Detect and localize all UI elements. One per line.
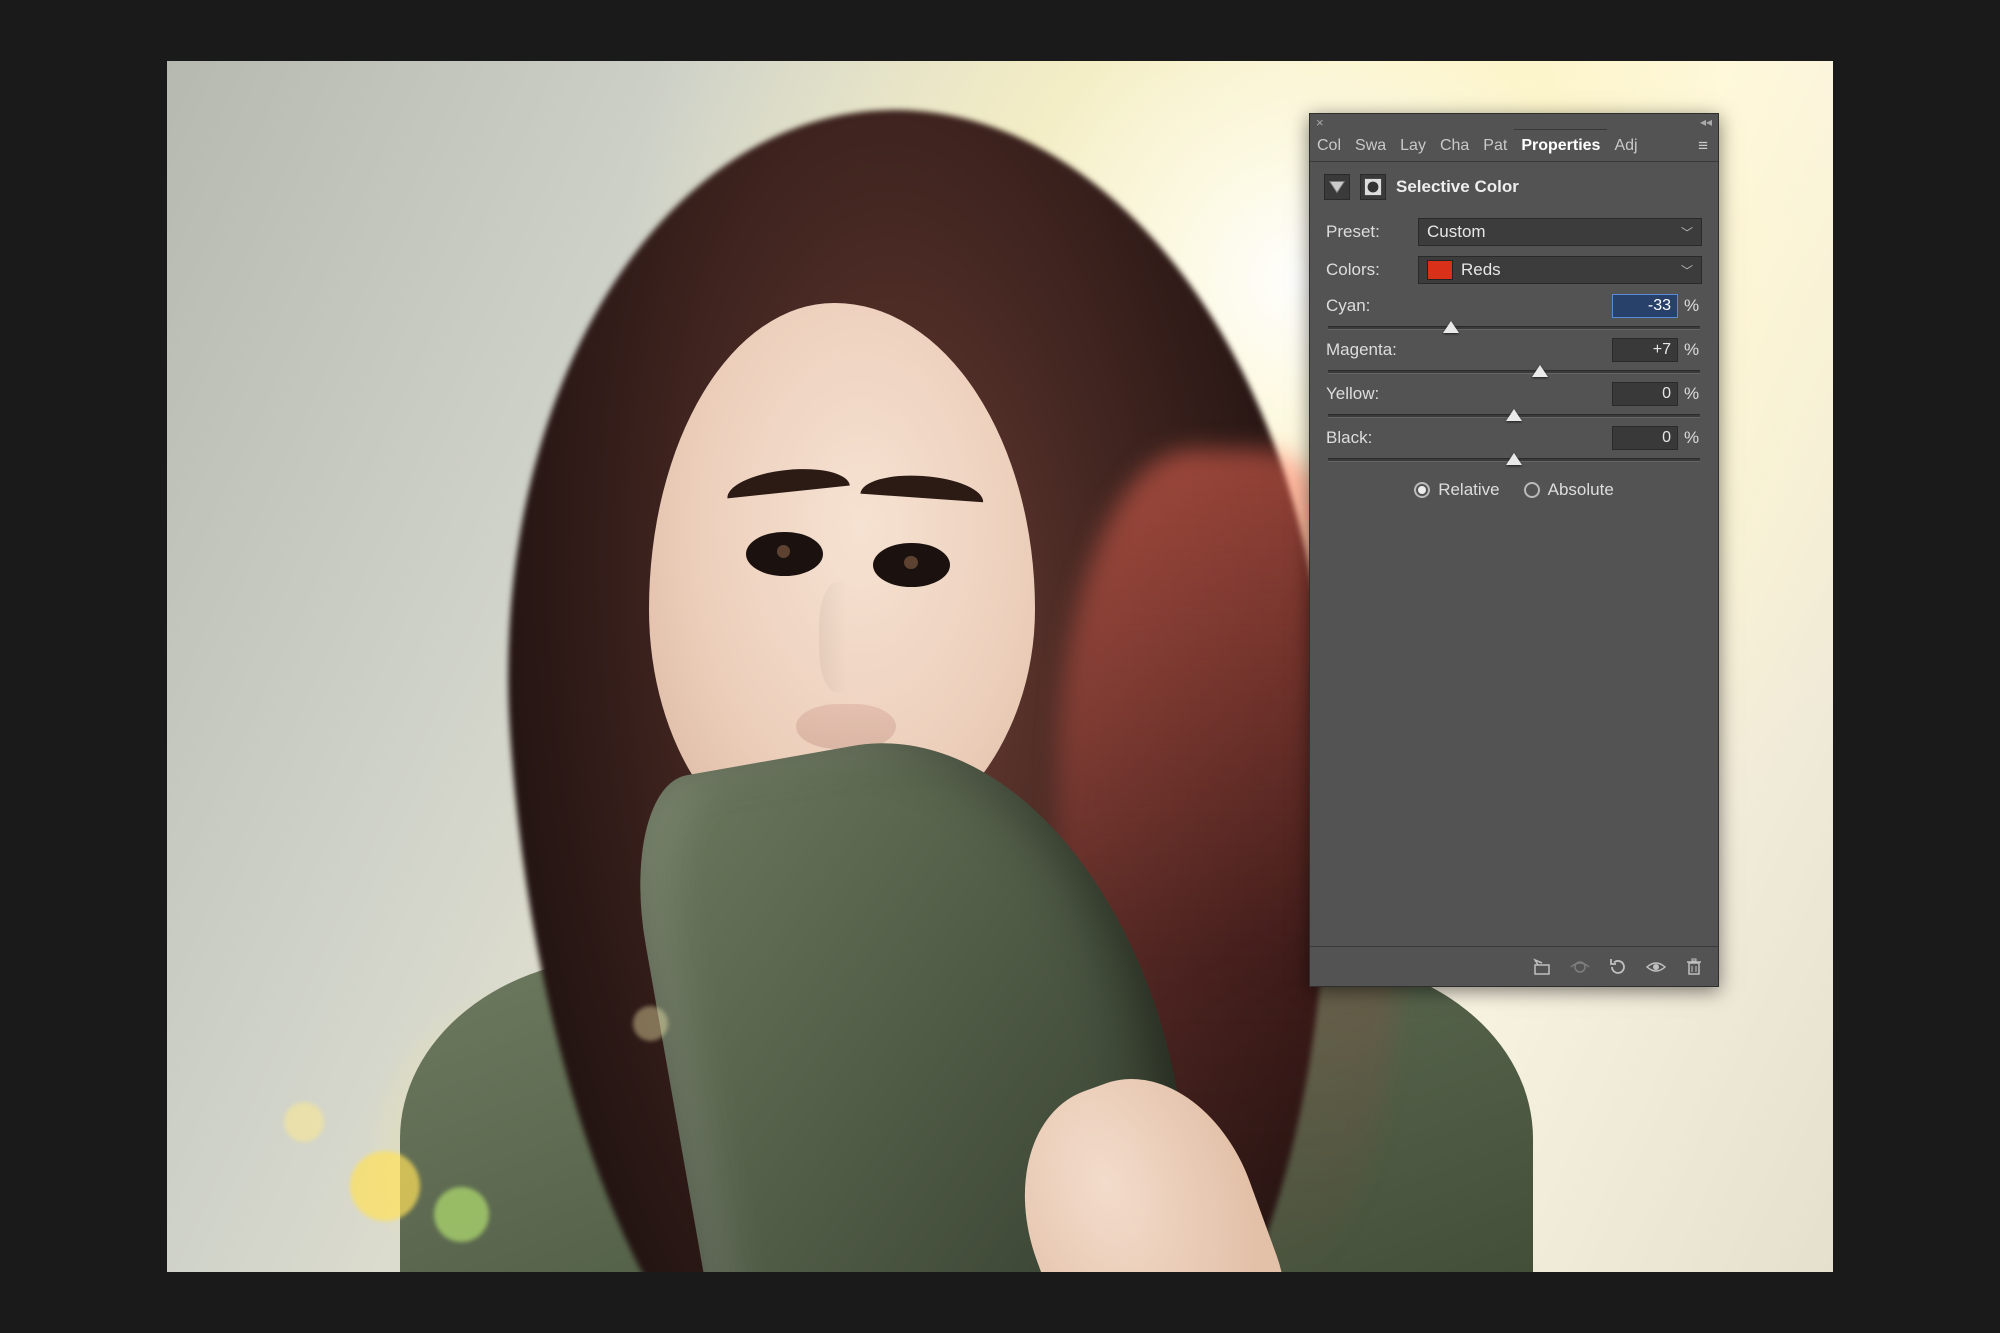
yellow-track[interactable] [1328, 414, 1700, 418]
app-stage: × ◂◂ Col Swa Lay Cha Pat Properties Adj … [0, 0, 2000, 1333]
visibility-icon[interactable] [1646, 957, 1666, 977]
preset-label: Preset: [1326, 222, 1408, 242]
collapse-icon[interactable]: ◂◂ [1700, 115, 1712, 129]
selective-color-icon[interactable] [1324, 174, 1350, 200]
tab-swatches[interactable]: Swa [1348, 130, 1393, 161]
radio-absolute[interactable]: Absolute [1524, 480, 1614, 500]
view-previous-state-icon [1570, 957, 1590, 977]
slider-magenta: Magenta: % [1326, 338, 1702, 374]
panel-spacer [1310, 516, 1718, 946]
preset-select[interactable]: Custom ﹀ [1418, 218, 1702, 246]
preset-value: Custom [1427, 222, 1486, 242]
cyan-input[interactable] [1612, 294, 1678, 318]
magenta-input[interactable] [1612, 338, 1678, 362]
colors-label: Colors: [1326, 260, 1408, 280]
cyan-thumb[interactable] [1443, 321, 1459, 333]
colors-value: Reds [1461, 260, 1501, 280]
chevron-down-icon: ﹀ [1681, 262, 1693, 279]
magenta-thumb[interactable] [1532, 365, 1548, 377]
slider-yellow: Yellow: % [1326, 382, 1702, 418]
black-label: Black: [1326, 428, 1372, 448]
properties-panel: × ◂◂ Col Swa Lay Cha Pat Properties Adj … [1309, 113, 1719, 987]
chevron-down-icon: ﹀ [1681, 224, 1693, 241]
tab-paths[interactable]: Pat [1476, 130, 1514, 161]
slider-cyan: Cyan: % [1326, 294, 1702, 330]
yellow-input[interactable] [1612, 382, 1678, 406]
magenta-label: Magenta: [1326, 340, 1397, 360]
radio-dot-icon [1524, 482, 1540, 498]
cyan-label: Cyan: [1326, 296, 1370, 316]
radio-relative-label: Relative [1438, 480, 1499, 500]
panel-title: Selective Color [1396, 177, 1519, 197]
yellow-label: Yellow: [1326, 384, 1379, 404]
yellow-unit: % [1684, 384, 1702, 404]
panel-body: Preset: Custom ﹀ Colors: Reds ﹀ [1310, 214, 1718, 516]
colors-select[interactable]: Reds ﹀ [1418, 256, 1702, 284]
tab-color[interactable]: Col [1310, 130, 1348, 161]
panel-footer [1310, 946, 1718, 986]
radio-dot-icon [1414, 482, 1430, 498]
tab-channels[interactable]: Cha [1433, 130, 1476, 161]
slider-black: Black: % [1326, 426, 1702, 462]
yellow-thumb[interactable] [1506, 409, 1522, 421]
panel-topbar: × ◂◂ [1310, 114, 1718, 130]
black-thumb[interactable] [1506, 453, 1522, 465]
color-swatch [1427, 260, 1453, 280]
black-input[interactable] [1612, 426, 1678, 450]
black-unit: % [1684, 428, 1702, 448]
black-track[interactable] [1328, 458, 1700, 462]
tab-properties[interactable]: Properties [1514, 130, 1607, 161]
cyan-track[interactable] [1328, 326, 1700, 330]
layer-mask-icon[interactable] [1360, 174, 1386, 200]
panel-header: Selective Color [1310, 162, 1718, 214]
radio-absolute-label: Absolute [1548, 480, 1614, 500]
tab-layers[interactable]: Lay [1393, 130, 1433, 161]
panel-tabs: Col Swa Lay Cha Pat Properties Adj ≡ [1310, 130, 1718, 162]
cyan-unit: % [1684, 296, 1702, 316]
mode-radios: Relative Absolute [1326, 480, 1702, 500]
magenta-track[interactable] [1328, 370, 1700, 374]
clip-to-layer-icon[interactable] [1532, 957, 1552, 977]
magenta-unit: % [1684, 340, 1702, 360]
tab-adjustments[interactable]: Adj [1607, 130, 1644, 161]
reset-icon[interactable] [1608, 957, 1628, 977]
trash-icon[interactable] [1684, 957, 1704, 977]
radio-relative[interactable]: Relative [1414, 480, 1499, 500]
close-icon[interactable]: × [1316, 115, 1324, 130]
panel-menu-icon[interactable]: ≡ [1688, 130, 1718, 161]
